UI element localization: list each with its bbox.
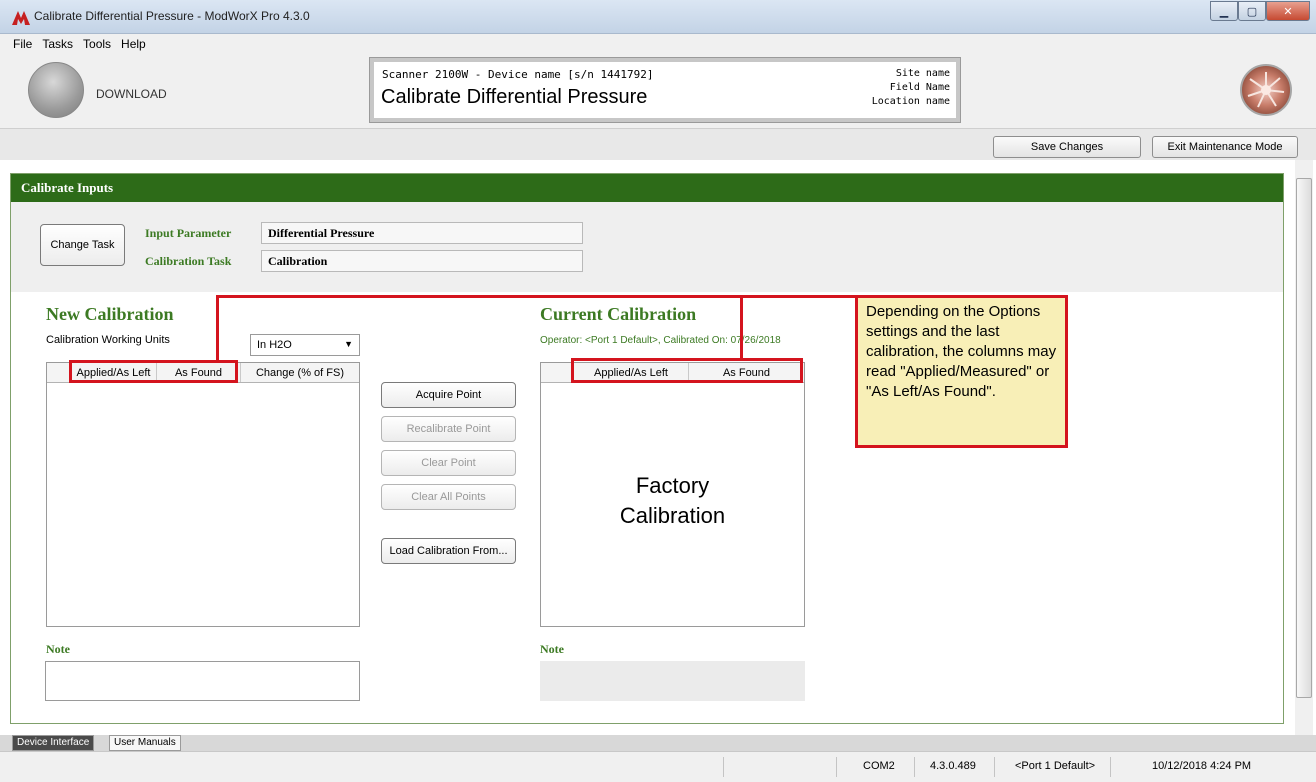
exit-maintenance-button[interactable]: Exit Maintenance Mode [1152,136,1298,158]
clear-point-button[interactable]: Clear Point [381,450,516,476]
status-user: <Port 1 Default> [1015,760,1096,772]
new-calibration-table[interactable]: Applied/As Left As Found Change (% of FS… [46,362,360,627]
close-button[interactable]: ✕ [1266,1,1310,21]
factory-calibration-placeholder: Factory Calibration [541,471,804,531]
highlight-connector-right [740,295,743,361]
new-note-label: Note [46,642,70,656]
acquire-point-button[interactable]: Acquire Point [381,382,516,408]
site-info: Site name Field Name Location name [872,67,950,109]
status-separator [994,757,995,777]
working-units-label: Calibration Working Units [46,334,170,346]
placeholder-line2: Calibration [619,503,726,528]
new-calibration-title: New Calibration [46,304,174,324]
maximize-button[interactable]: ▢ [1238,1,1266,21]
bottom-tab-bar: Device Interface User Manuals [0,735,1316,751]
header: DOWNLOAD Scanner 2100W - Device name [s/… [0,54,1316,128]
status-datetime: 10/12/2018 4:24 PM [1152,760,1252,772]
panel-title: Calibrate Inputs [11,174,1283,202]
app-logo-icon [12,11,30,25]
menu-file[interactable]: File [8,37,37,51]
parameter-area: Change Task Input Parameter Differential… [11,202,1283,292]
status-version: 4.3.0.489 [930,760,976,772]
window-title: Calibrate Differential Pressure - ModWor… [34,9,310,23]
chevron-down-icon: ▼ [344,339,353,349]
status-bar: COM2 4.3.0.489 <Port 1 Default> 10/12/20… [0,751,1316,782]
status-separator [914,757,915,777]
column-change-pct-fs[interactable]: Change (% of FS) [241,363,359,382]
operator-line: Operator: <Port 1 Default>, Calibrated O… [540,335,781,346]
new-note-field[interactable] [45,661,360,701]
current-note-label: Note [540,642,564,656]
turbine-blades-icon [1247,72,1285,108]
status-separator [723,757,724,777]
site-name: Site name [895,68,950,79]
input-parameter-label: Input Parameter [145,226,232,240]
scrollbar-thumb[interactable] [1296,178,1312,698]
clear-all-points-button[interactable]: Clear All Points [381,484,516,510]
placeholder-line1: Factory [635,473,710,498]
current-note-field [540,661,805,701]
highlight-new-columns [69,360,238,383]
load-calibration-button[interactable]: Load Calibration From... [381,538,516,564]
recalibrate-point-button[interactable]: Recalibrate Point [381,416,516,442]
status-port: COM2 [863,760,895,772]
status-separator [1110,757,1111,777]
callout-note: Depending on the Options settings and th… [855,295,1068,448]
working-units-select[interactable]: In H2O ▼ [250,334,360,356]
menu-help[interactable]: Help [116,37,151,51]
highlight-connector [216,295,743,325]
status-separator [836,757,837,777]
calibration-task-field: Calibration [261,250,583,272]
calibrate-inputs-panel: Calibrate Inputs Change Task Input Param… [10,173,1284,724]
download-icon[interactable] [28,62,84,118]
highlight-connector-left [216,295,219,361]
device-line: Scanner 2100W - Device name [s/n 1441792… [382,68,654,81]
menu-tasks[interactable]: Tasks [37,37,78,51]
minimize-button[interactable]: ▁ [1210,1,1238,21]
highlight-current-columns [571,358,803,383]
change-task-button[interactable]: Change Task [40,224,125,266]
current-calibration-table[interactable]: Applied/As Left As Found Factory Calibra… [540,362,805,627]
row-header-corner [47,363,71,382]
turbine-logo-icon [1240,64,1292,116]
field-name: Field Name [889,82,950,93]
save-changes-button[interactable]: Save Changes [993,136,1141,158]
action-toolbar: Save Changes Exit Maintenance Mode [0,128,1316,160]
row-header-corner [541,363,574,382]
title-bar: Calibrate Differential Pressure - ModWor… [0,0,1316,34]
working-units-value: In H2O [257,339,292,351]
location-name: Location name [871,96,950,107]
calibration-task-label: Calibration Task [145,254,232,268]
menu-tools[interactable]: Tools [78,37,116,51]
highlight-connector-top [741,295,857,298]
page-title: Calibrate Differential Pressure [381,86,648,108]
tab-device-interface[interactable]: Device Interface [12,735,95,751]
window-controls: ▁ ▢ ✕ [1210,1,1310,21]
tab-user-manuals[interactable]: User Manuals [109,735,181,751]
device-info-panel: Scanner 2100W - Device name [s/n 1441792… [369,57,961,123]
menu-bar: File Tasks Tools Help [0,34,1316,54]
download-label[interactable]: DOWNLOAD [96,87,167,101]
input-parameter-field: Differential Pressure [261,222,583,244]
